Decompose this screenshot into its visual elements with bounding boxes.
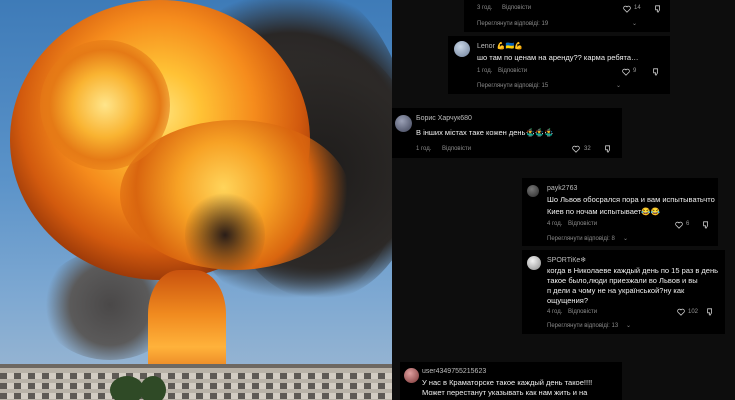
comment-text: Шо Львов обосрался пора и вам испытывать… (547, 195, 715, 204)
thumbs-down-icon[interactable] (706, 308, 714, 316)
comment-username[interactable]: user4349755215623 (422, 368, 486, 375)
apartment-building (0, 364, 392, 400)
like-count: 32 (584, 146, 591, 152)
avatar[interactable] (395, 115, 412, 132)
avatar[interactable] (527, 185, 539, 197)
comment-text: В інших містах таке кожен день🤹‍♂️🤹‍♂️🤹‍… (416, 128, 554, 137)
comment-card: Lenor 💪🇺🇦💪 шо там по ценам на аренду?? к… (448, 36, 670, 94)
smoke-core (185, 190, 265, 280)
view-replies-link[interactable]: Переглянути відповіді: 8 (547, 236, 615, 242)
like-count: 14 (634, 5, 641, 11)
heart-outline-icon[interactable] (572, 145, 580, 153)
like-count: 9 (633, 68, 637, 74)
thumbs-down-icon[interactable] (654, 5, 662, 13)
comment-text: шо там по ценам на аренду?? карма ребята… (477, 53, 639, 62)
reply-link[interactable]: Відповісти (568, 221, 597, 227)
avatar[interactable] (527, 256, 541, 270)
tree (110, 376, 144, 400)
comment-username[interactable]: SPORTiКе❄ (547, 256, 586, 264)
comment-text: Киев по ночам испытывает😂😂 (547, 207, 660, 216)
comment-time: 4 год. (547, 309, 563, 315)
comment-card: payk2763 Шо Львов обосрался пора и вам и… (522, 178, 718, 246)
view-replies-link[interactable]: Переглянути відповіді: 13 (547, 323, 618, 329)
reply-link[interactable]: Відповісти (498, 68, 527, 74)
comment-card: Борис Харчук680 В інших містах таке коже… (392, 108, 622, 158)
comment-username[interactable]: Lenor 💪🇺🇦💪 (477, 42, 523, 50)
heart-outline-icon[interactable] (677, 308, 685, 316)
reply-link[interactable]: Відповісти (568, 309, 597, 315)
comment-card: SPORTiКе❄ когда в Николаеве каждый день … (522, 250, 725, 334)
comment-username[interactable]: payk2763 (547, 185, 577, 192)
thumbs-down-icon[interactable] (604, 145, 612, 153)
chevron-down-icon[interactable]: ⌄ (616, 82, 621, 89)
explosion-photo (0, 0, 392, 400)
screenshot: 3 год. Відповісти 14 Переглянути відпові… (0, 0, 735, 400)
thumbs-down-icon[interactable] (702, 221, 710, 229)
chevron-down-icon[interactable]: ⌄ (626, 322, 631, 329)
avatar[interactable] (454, 41, 470, 57)
fireball-bright (40, 40, 170, 170)
comment-time: 1 год. (416, 146, 432, 152)
view-replies-link[interactable]: Переглянути відповіді: 19 (477, 21, 548, 27)
chevron-down-icon[interactable]: ⌄ (623, 235, 628, 242)
comment-username[interactable]: Борис Харчук680 (416, 115, 472, 122)
heart-outline-icon[interactable] (623, 5, 631, 13)
comment-text: ощущения? (547, 296, 588, 305)
reply-link[interactable]: Відповісти (502, 5, 531, 11)
comment-time: 3 год. (477, 5, 493, 11)
heart-outline-icon[interactable] (675, 221, 683, 229)
view-replies-link[interactable]: Переглянути відповіді: 15 (477, 83, 548, 89)
avatar[interactable] (404, 368, 419, 383)
comment-text: Может перестанут указывать как нам жить … (422, 388, 588, 397)
comments-panel: 3 год. Відповісти 14 Переглянути відпові… (392, 0, 735, 400)
like-count: 102 (688, 309, 699, 315)
comment-card: user4349755215623 У нас в Краматорске та… (400, 362, 622, 400)
comment-card: 3 год. Відповісти 14 Переглянути відпові… (464, 0, 670, 32)
comment-time: 1 год. (477, 68, 493, 74)
heart-outline-icon[interactable] (622, 68, 630, 76)
thumbs-down-icon[interactable] (652, 68, 660, 76)
like-count: 6 (686, 221, 690, 227)
comment-time: 4 год. (547, 221, 563, 227)
reply-link[interactable]: Відповісти (442, 146, 471, 152)
tree (140, 376, 166, 400)
chevron-down-icon[interactable]: ⌄ (632, 20, 637, 27)
